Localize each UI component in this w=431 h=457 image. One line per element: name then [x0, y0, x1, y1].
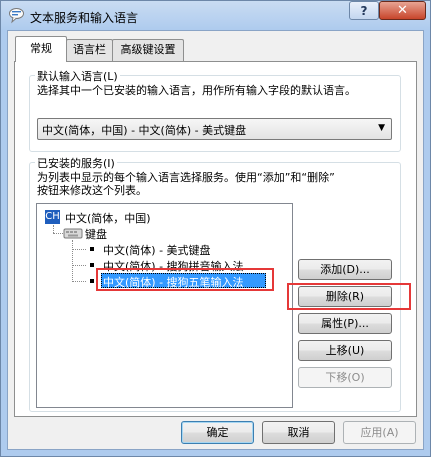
installed-services-tree[interactable]: CH 中文(简体，中国) 键盘 中文(简体) - 美式键盘 中文(简体) - 搜…: [36, 203, 293, 408]
tree-item-us-keyboard[interactable]: 中文(简体) - 美式键盘: [103, 242, 211, 258]
chevron-down-icon: ▼: [378, 123, 385, 133]
tree-connector: [53, 233, 63, 234]
move-up-button[interactable]: 上移(U): [298, 340, 392, 361]
default-language-select[interactable]: 中文(简体，中国) - 中文(简体) - 美式键盘 ▼: [37, 118, 392, 140]
remove-button[interactable]: 删除(R): [298, 286, 392, 307]
bullet-icon: [90, 247, 94, 251]
speech-bubble-icon: [8, 7, 25, 24]
default-language-label: 默认输入语言(L): [35, 68, 120, 84]
bullet-icon: [90, 279, 94, 283]
tree-node-keyboard[interactable]: 键盘: [85, 226, 107, 242]
window-title: 文本服务和输入语言: [30, 11, 139, 25]
cancel-button[interactable]: 取消: [262, 421, 335, 444]
tree-connector: [53, 225, 54, 233]
language-code-badge: CH: [45, 210, 60, 224]
default-language-description: 选择其中一个已安装的输入语言，用作所有输入字段的默认语言。: [37, 84, 356, 97]
tree-connector: [72, 240, 73, 282]
installed-services-label: 已安装的服务(I): [35, 155, 117, 171]
keyboard-icon: [63, 226, 83, 243]
tree-connector: [72, 249, 86, 250]
help-button[interactable]: ?: [349, 1, 379, 20]
tree-node-language[interactable]: 中文(简体，中国): [65, 210, 151, 226]
installed-services-description-line2: 按钮来修改这个列表。: [37, 184, 147, 197]
highlight-box-selected-item: [96, 268, 274, 291]
bullet-icon: [90, 263, 94, 267]
tree-connector: [72, 265, 86, 266]
tab-general[interactable]: 常规: [15, 36, 67, 62]
add-button[interactable]: 添加(D)...: [298, 259, 392, 280]
tab-language-bar[interactable]: 语言栏: [66, 39, 113, 61]
tab-advanced-key-settings[interactable]: 高级键设置: [112, 39, 184, 61]
properties-button[interactable]: 属性(P)...: [298, 313, 392, 334]
close-button[interactable]: ✕: [379, 1, 426, 20]
ok-button[interactable]: 确定: [181, 421, 254, 444]
apply-button[interactable]: 应用(A): [343, 421, 416, 444]
installed-services-description-line1: 为列表中显示的每个输入语言选择服务。使用“添加”和“删除”: [37, 171, 335, 184]
move-down-button[interactable]: 下移(O): [298, 367, 392, 388]
tree-connector: [72, 281, 86, 282]
default-language-value: 中文(简体，中国) - 中文(简体) - 美式键盘: [42, 124, 247, 137]
